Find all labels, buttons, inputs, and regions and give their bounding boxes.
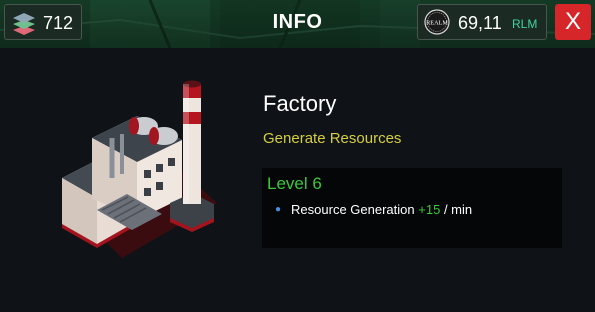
close-button[interactable]: X <box>555 4 591 40</box>
stat-bonus: +15 <box>418 202 441 217</box>
bullet-icon: ● <box>275 204 282 215</box>
level-panel: Level 6 ● Resource Generation +15 / min <box>262 168 562 248</box>
stat-label: Resource Generation <box>291 202 415 217</box>
realm-coin-text: REALM <box>426 20 448 27</box>
realm-coin-icon: REALM <box>424 9 450 35</box>
stat-row: ● Resource Generation +15 / min <box>275 202 472 217</box>
level-title: Level 6 <box>267 174 322 193</box>
building-name: Factory <box>263 91 337 116</box>
balance-unit: RLM <box>512 17 538 31</box>
factory-illustration <box>62 80 217 258</box>
building-description: Generate Resources <box>263 130 402 147</box>
balance-value: 69,11 <box>458 13 502 33</box>
top-bar: 712 INFO REALM 69,11 RLM X <box>0 0 595 48</box>
balance-display[interactable]: REALM 69,11 RLM <box>417 4 547 40</box>
stat-unit: / min <box>443 202 473 217</box>
